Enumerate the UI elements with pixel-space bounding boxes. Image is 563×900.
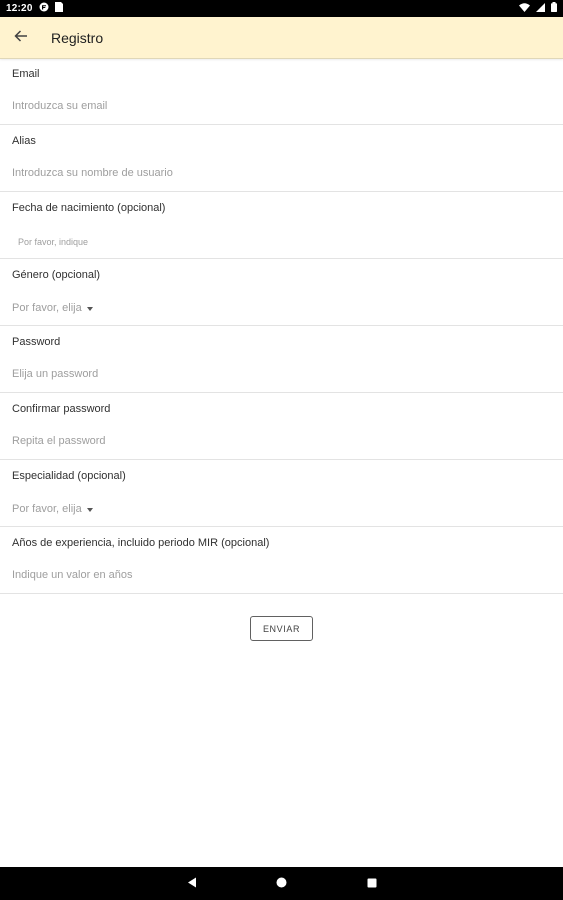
password-field-row: Password: [0, 326, 563, 393]
gender-field-row: Género (opcional) Por favor, elija: [0, 259, 563, 326]
specialty-select-value: Por favor, elija: [12, 503, 82, 515]
nav-recents-button[interactable]: [327, 867, 417, 900]
back-button[interactable]: [1, 17, 41, 58]
experience-field[interactable]: [12, 563, 542, 587]
gender-select[interactable]: Por favor, elija: [12, 302, 93, 314]
dropdown-caret-icon: [86, 507, 93, 512]
nav-back-button[interactable]: [147, 867, 237, 900]
specialty-select[interactable]: Por favor, elija: [12, 503, 93, 515]
dropdown-caret-icon: [86, 306, 93, 311]
birthdate-field-row: Fecha de nacimiento (opcional): [0, 192, 563, 259]
email-label: Email: [12, 68, 40, 80]
arrow-left-icon: [14, 29, 28, 47]
gender-select-value: Por favor, elija: [12, 302, 82, 314]
specialty-field-row: Especialidad (opcional) Por favor, elija: [0, 460, 563, 527]
gender-label: Género (opcional): [12, 269, 101, 281]
birthdate-field[interactable]: [18, 230, 548, 254]
alias-field[interactable]: [12, 161, 542, 185]
battery-icon: [551, 2, 557, 15]
app-bar: Registro: [0, 17, 563, 59]
cast-icon: [39, 2, 49, 15]
experience-field-row: Años de experiencia, incluido periodo MI…: [0, 527, 563, 594]
password-field[interactable]: [12, 362, 542, 386]
registration-form: Email Alias Fecha de nacimiento (opciona…: [0, 58, 563, 594]
email-field-row: Email: [0, 58, 563, 125]
recents-square-icon: [367, 875, 377, 893]
status-time: 12:20: [6, 3, 33, 14]
confirm-password-field-row: Confirmar password: [0, 393, 563, 460]
submit-button[interactable]: ENVIAR: [250, 616, 313, 641]
experience-label: Años de experiencia, incluido periodo MI…: [12, 537, 270, 549]
confirm-password-label: Confirmar password: [12, 403, 111, 415]
back-triangle-icon: [187, 875, 197, 893]
alias-label: Alias: [12, 135, 36, 147]
signal-icon: [536, 2, 545, 15]
submit-container: ENVIAR: [0, 616, 563, 641]
home-circle-icon: [276, 875, 287, 893]
birthdate-label: Fecha de nacimiento (opcional): [12, 202, 166, 214]
status-bar: 12:20: [0, 0, 563, 17]
email-field[interactable]: [12, 94, 542, 118]
page-title: Registro: [51, 29, 104, 46]
password-label: Password: [12, 336, 61, 348]
alias-field-row: Alias: [0, 125, 563, 192]
nav-home-button[interactable]: [237, 867, 327, 900]
navigation-bar: [0, 867, 563, 900]
wifi-icon: [519, 2, 530, 15]
confirm-password-field[interactable]: [12, 429, 542, 453]
sim-icon: [54, 2, 63, 15]
specialty-label: Especialidad (opcional): [12, 470, 126, 482]
